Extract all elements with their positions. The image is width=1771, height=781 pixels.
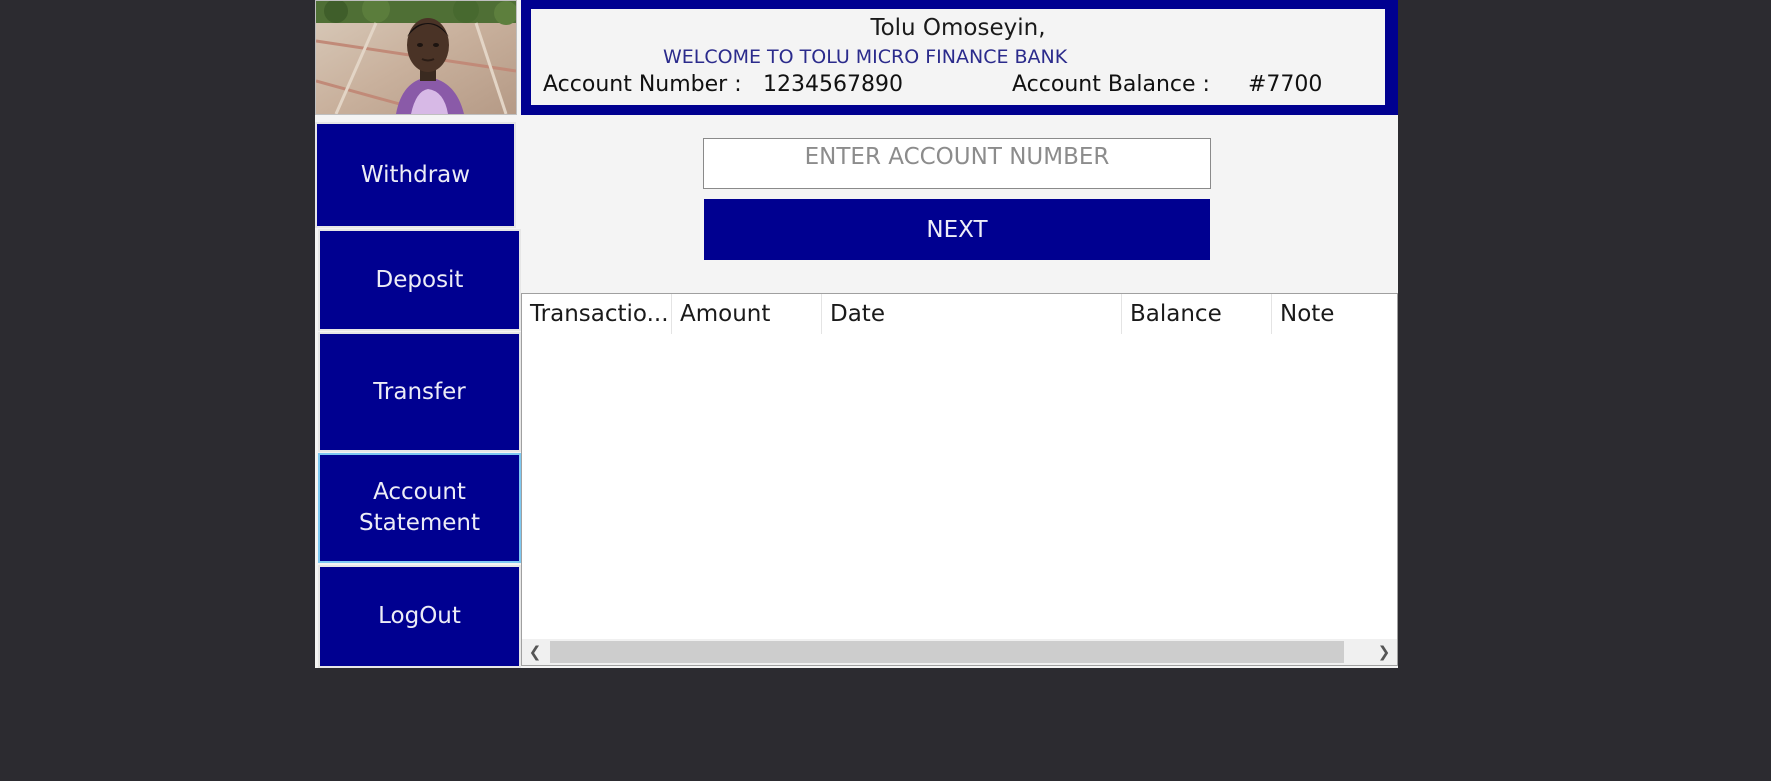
- account-balance-label: Account Balance :: [1012, 72, 1210, 97]
- column-header-balance[interactable]: Balance: [1122, 294, 1272, 334]
- next-button[interactable]: NEXT: [704, 199, 1210, 260]
- deposit-button-label: Deposit: [375, 266, 464, 293]
- account-balance-value: #7700: [1248, 72, 1323, 97]
- account-header-panel: Tolu Omoseyin, WELCOME TO TOLU MICRO FIN…: [531, 9, 1385, 105]
- table-header: Transactio... Amount Date Balance Note: [522, 294, 1397, 334]
- column-header-amount[interactable]: Amount: [672, 294, 822, 334]
- chevron-right-icon[interactable]: ❯: [1371, 639, 1397, 665]
- logout-button-label: LogOut: [378, 603, 461, 629]
- account-number-input[interactable]: [703, 138, 1211, 189]
- column-header-date[interactable]: Date: [822, 294, 1122, 334]
- account-number-label: Account Number :: [543, 72, 742, 97]
- account-statement-button[interactable]: Account Statement: [318, 453, 521, 563]
- profile-photo-image: [316, 1, 516, 114]
- transfer-button[interactable]: Transfer: [318, 332, 521, 452]
- withdraw-button-label: Withdraw: [360, 161, 471, 188]
- column-header-transaction[interactable]: Transactio...: [522, 294, 672, 334]
- account-number-value: 1234567890: [763, 72, 903, 97]
- scrollbar-thumb[interactable]: [550, 641, 1344, 663]
- account-header: Tolu Omoseyin, WELCOME TO TOLU MICRO FIN…: [521, 0, 1398, 115]
- horizontal-scrollbar[interactable]: ❮ ❯: [522, 639, 1397, 665]
- user-name: Tolu Omoseyin,: [870, 15, 1046, 41]
- welcome-message: WELCOME TO TOLU MICRO FINANCE BANK: [663, 46, 1068, 68]
- withdraw-button[interactable]: Withdraw: [315, 122, 516, 228]
- bank-app-window: Tolu Omoseyin, WELCOME TO TOLU MICRO FIN…: [315, 0, 1398, 668]
- transfer-button-label: Transfer: [373, 378, 466, 405]
- profile-photo: [315, 0, 517, 115]
- statement-table[interactable]: Transactio... Amount Date Balance Note ❮…: [521, 293, 1398, 666]
- account-statement-button-label: Account Statement: [358, 479, 481, 536]
- chevron-left-icon[interactable]: ❮: [522, 639, 548, 665]
- deposit-button[interactable]: Deposit: [318, 229, 521, 331]
- logout-button[interactable]: LogOut: [318, 565, 521, 668]
- column-header-note[interactable]: Note: [1272, 294, 1397, 334]
